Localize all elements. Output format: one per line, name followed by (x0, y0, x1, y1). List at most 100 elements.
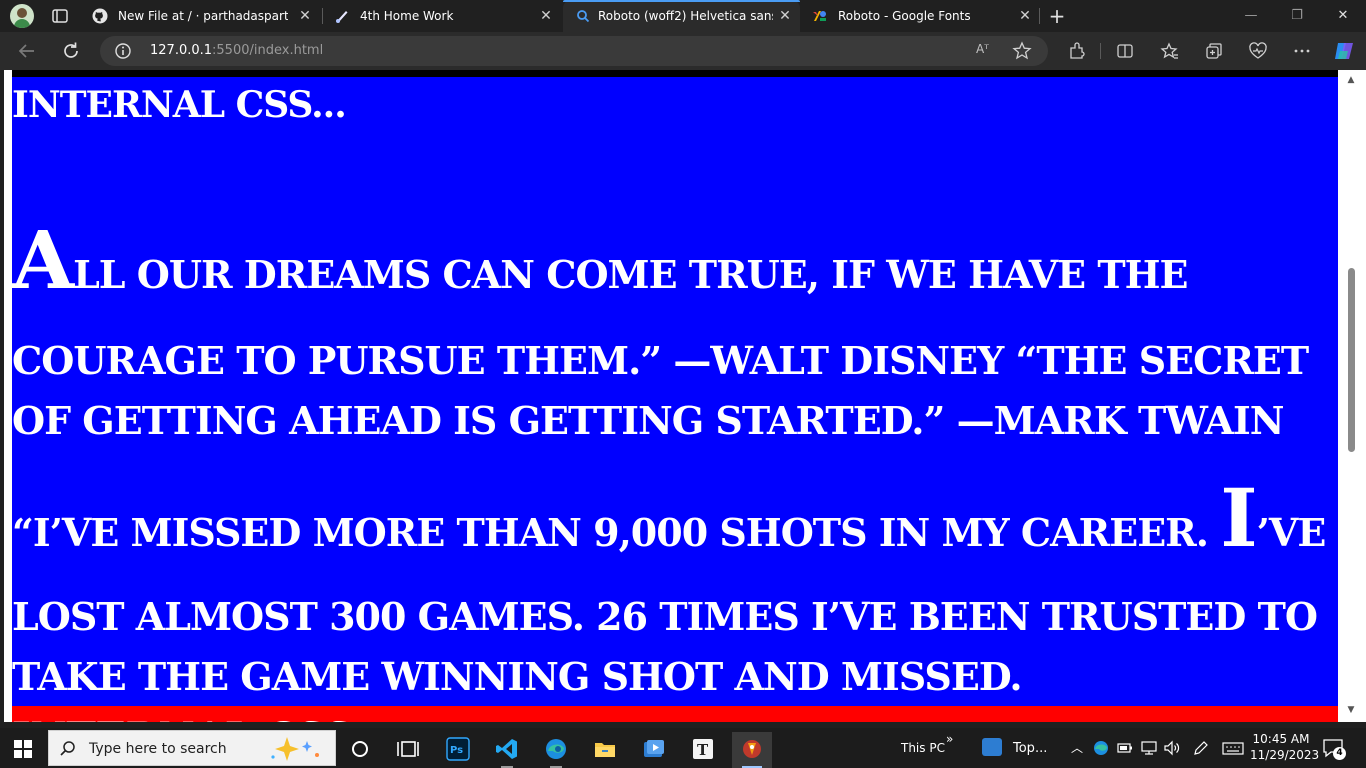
search-icon (575, 8, 591, 24)
clock-date: 11/29/2023 (1250, 748, 1320, 762)
notification-center-icon[interactable]: 4 (1322, 738, 1346, 760)
taskbar-media[interactable] (634, 732, 674, 768)
toolbar-expand-icon[interactable]: » (946, 732, 953, 746)
tab-title: 4th Home Work (360, 9, 454, 23)
collections-icon[interactable] (1204, 41, 1224, 61)
read-aloud-icon[interactable]: Aᵀ (976, 42, 994, 60)
taskbar-cortana[interactable] (340, 732, 380, 768)
system-clock[interactable]: 10:45 AM 11/29/2023 (1250, 731, 1320, 763)
toolbar-separator (1100, 43, 1101, 59)
restore-button[interactable]: ❐ (1274, 0, 1320, 32)
new-tab-button[interactable]: + (1046, 5, 1068, 27)
quote-paragraph-2-line-3: take the game winning shot and missed. (12, 654, 1023, 699)
footer-band: Internal CSS (12, 706, 1338, 722)
taskbar-edge[interactable] (536, 732, 576, 768)
network-icon[interactable] (1140, 739, 1158, 757)
page-viewport: Internal CSS... All our dreams can come … (4, 70, 1366, 722)
quote-paragraph-1-line-3: of getting ahead is getting started.” —M… (12, 398, 1284, 443)
close-window-button[interactable]: ✕ (1320, 0, 1366, 32)
svg-text:T: T (697, 741, 709, 759)
search-highlight-icon (267, 735, 327, 763)
tab-actions-icon[interactable] (51, 7, 69, 25)
clock-time: 10:45 AM (1252, 732, 1310, 746)
photoshop-icon: Ps (446, 737, 470, 761)
drop-cap: A (12, 213, 74, 307)
url-host: 127.0.0.1 (150, 43, 213, 58)
browser-essentials-icon[interactable] (1248, 41, 1268, 61)
taskbar-photoshop[interactable]: Ps (438, 732, 478, 768)
taskbar-typora[interactable]: T (683, 732, 723, 768)
battery-icon[interactable] (1116, 739, 1134, 757)
task-view-icon (396, 737, 420, 761)
copilot-icon[interactable] (1332, 39, 1356, 63)
split-screen-icon[interactable] (1115, 41, 1135, 61)
search-placeholder: Type here to search (89, 741, 227, 757)
scroll-up-arrow-icon[interactable]: ▲ (1346, 76, 1356, 85)
tab-strip: New File at / · parthadasparthiv/p ✕ 4th… (0, 0, 1366, 32)
drop-cap: I (1220, 471, 1257, 565)
quote-paragraph-2-line-1: “I’ve missed more than 9,000 shots in my… (12, 478, 1327, 558)
partial-heading: Internal CSS (12, 714, 354, 722)
taskbar-active-app[interactable] (732, 732, 772, 768)
close-icon[interactable]: ✕ (537, 7, 555, 25)
tab-roboto-search[interactable]: Roboto (woff2) Helvetica sans-se ✕ (563, 0, 800, 32)
github-icon (92, 8, 108, 24)
profile-avatar[interactable] (10, 4, 34, 28)
pen-icon[interactable] (1192, 739, 1210, 757)
windows-start-icon[interactable] (14, 740, 32, 758)
windows-taskbar: Type here to search Ps T This PC » Top..… (0, 728, 1366, 768)
quote-paragraph-2-line-2: lost almost 300 games. 26 times I’ve bee… (12, 594, 1318, 639)
header-band (12, 70, 1338, 77)
more-options-icon[interactable] (1292, 41, 1312, 61)
close-icon[interactable]: ✕ (776, 7, 794, 25)
scroll-down-arrow-icon[interactable]: ▼ (1346, 706, 1356, 715)
show-hidden-icons-icon[interactable]: ︿ (1068, 739, 1086, 757)
typora-icon: T (691, 737, 715, 761)
edge-icon (544, 737, 568, 761)
paragraph-text: ’ve (1256, 510, 1327, 555)
taskbar-vscode[interactable] (487, 732, 527, 768)
top-app-icon[interactable] (982, 738, 1002, 756)
site-info-icon[interactable] (114, 42, 132, 60)
tab-home-work[interactable]: 4th Home Work ✕ (322, 0, 562, 32)
paragraph-text: ll our dreams can come true, if we have … (73, 252, 1188, 297)
taskbar-file-explorer[interactable] (585, 732, 625, 768)
taskbar-task-view[interactable] (388, 732, 428, 768)
extensions-icon[interactable] (1067, 41, 1087, 61)
search-icon (59, 740, 77, 758)
edge-tray-icon[interactable] (1092, 739, 1110, 757)
this-pc-label[interactable]: This PC (901, 741, 945, 755)
tab-github[interactable]: New File at / · parthadasparthiv/p ✕ (80, 0, 320, 32)
page-heading: Internal CSS... (12, 84, 347, 126)
favorite-star-icon[interactable] (1012, 41, 1032, 61)
close-icon[interactable]: ✕ (1016, 7, 1034, 25)
vscode-icon (495, 737, 519, 761)
tab-title: Roboto (woff2) Helvetica sans-se (598, 9, 773, 23)
close-icon[interactable]: ✕ (296, 7, 314, 25)
url-text[interactable]: 127.0.0.1:5500/index.html (150, 43, 323, 58)
tab-separator (1039, 8, 1040, 24)
address-bar[interactable]: 127.0.0.1:5500/index.html Aᵀ (100, 36, 1048, 66)
keyboard-icon[interactable] (1222, 739, 1244, 757)
refresh-button[interactable] (60, 40, 82, 62)
media-icon (642, 737, 666, 761)
vertical-scrollbar[interactable]: ▲ ▼ (1338, 70, 1366, 722)
google-fonts-icon (812, 8, 828, 24)
tab-title: New File at / · parthadasparthiv/p (118, 9, 288, 23)
quote-paragraph-1-line-2: courage to pursue them.” —Walt Disney “T… (12, 338, 1309, 383)
paragraph-text: “I’ve missed more than 9,000 shots in my… (12, 510, 1209, 555)
svg-text:Ps: Ps (450, 745, 463, 756)
volume-icon[interactable] (1163, 739, 1181, 757)
favorites-icon[interactable] (1160, 41, 1180, 61)
cortana-icon (348, 737, 372, 761)
back-button[interactable] (16, 40, 38, 62)
taskbar-search-box[interactable]: Type here to search (48, 730, 336, 766)
minimize-button[interactable]: — (1228, 0, 1274, 32)
tab-google-fonts[interactable]: Roboto - Google Fonts ✕ (800, 0, 1040, 32)
notification-badge: 4 (1333, 747, 1346, 760)
tab-title: Roboto - Google Fonts (838, 9, 971, 23)
page-body: Internal CSS... All our dreams can come … (12, 70, 1338, 722)
url-path: :5500/index.html (212, 43, 324, 58)
top-app-label[interactable]: Top... (1013, 741, 1047, 756)
scrollbar-thumb[interactable] (1348, 268, 1355, 452)
